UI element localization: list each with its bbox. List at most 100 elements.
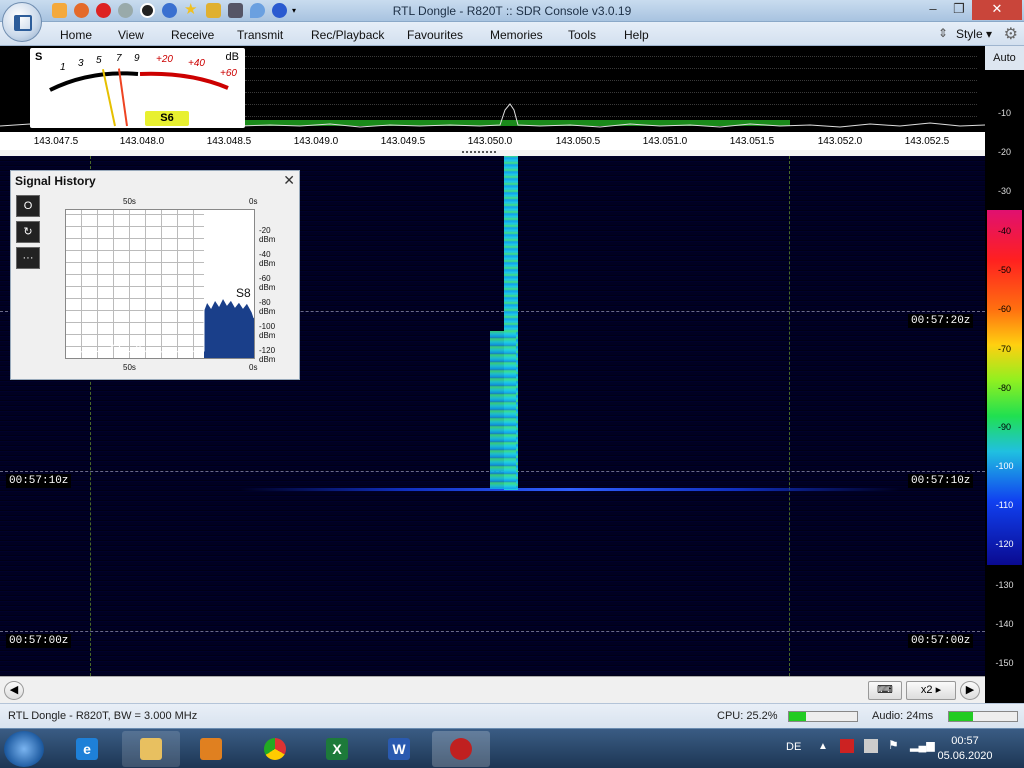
signal-burst-line <box>240 488 900 491</box>
s-tick: 7 <box>116 53 122 64</box>
menu-receive[interactable]: Receive <box>171 28 214 42</box>
audio-meter-fill <box>949 712 973 721</box>
dbm-label: -60 dBm <box>259 274 276 292</box>
ribbon-menu: Home View Receive Transmit Rec/Playback … <box>0 22 1024 46</box>
scale-label: -20 <box>997 147 1011 157</box>
scale-label: -40 <box>997 226 1011 236</box>
freq-tick: 143.052.5 <box>904 136 950 147</box>
history-time-label: 0s <box>249 197 258 206</box>
flag-icon[interactable]: ⚑ <box>888 738 899 752</box>
tray-expand-icon[interactable]: ▲ <box>818 741 828 752</box>
freq-tick: 143.049.5 <box>380 136 426 147</box>
scale-label: -100 <box>995 461 1014 471</box>
chrome-icon[interactable] <box>246 731 304 767</box>
language-indicator[interactable]: DE <box>786 741 801 753</box>
scale-label: -90 <box>997 422 1011 432</box>
history-time-label: 50s <box>123 197 136 206</box>
ie-icon[interactable]: e <box>58 731 116 767</box>
start-button[interactable] <box>4 731 44 767</box>
history-options-button[interactable]: ··· <box>16 247 40 269</box>
menu-tools[interactable]: Tools <box>568 28 596 42</box>
history-s-reading: S8 <box>236 286 251 300</box>
device-icon[interactable] <box>864 739 878 753</box>
minimize-button[interactable]: – <box>920 0 946 20</box>
application-menu-button[interactable] <box>2 2 42 42</box>
cpu-meter <box>788 711 858 722</box>
sdr-console-icon[interactable] <box>432 731 490 767</box>
rewind-button[interactable]: ◀ <box>4 681 24 700</box>
s-tick: 1 <box>60 62 66 73</box>
zoom-selector[interactable]: x2 ▸ <box>906 681 956 700</box>
device-status: RTL Dongle - R820T, BW = 3.000 MHz <box>8 710 198 722</box>
scale-label: -70 <box>997 344 1011 354</box>
updown-icon[interactable]: ⇕ <box>938 26 948 40</box>
s-tick: 9 <box>134 53 140 64</box>
gear-icon[interactable]: ⚙ <box>1004 24 1018 44</box>
menu-home[interactable]: Home <box>60 28 92 42</box>
waterfall-controls: ◀ ⌨ x2 ▸ ▶ <box>0 676 985 703</box>
scale-label: -30 <box>997 186 1011 196</box>
dbm-label: -100 dBm <box>259 322 276 340</box>
audio-meter <box>948 711 1018 722</box>
media-player-icon[interactable] <box>182 731 240 767</box>
freq-tick: 143.052.0 <box>817 136 863 147</box>
auto-button[interactable]: Auto <box>985 46 1024 70</box>
time-label: 00:57:10z <box>6 474 72 488</box>
color-scale-band[interactable]: -40 -50 -60 -70 -80 -90 -100 -110 -120 <box>987 210 1022 565</box>
keyboard-button[interactable]: ⌨ <box>868 681 902 700</box>
cpu-meter-fill <box>789 712 806 721</box>
dbm-label: -40 dBm <box>259 250 276 268</box>
clock[interactable]: 00:57 05.06.2020 <box>930 734 1000 764</box>
bandwidth-marker-right <box>789 156 790 676</box>
s-tick: 5 <box>96 55 102 66</box>
menu-memories[interactable]: Memories <box>490 28 543 42</box>
scale-label: -50 <box>997 265 1011 275</box>
signal-history-plot: -20 dBm -40 dBm -60 dBm -80 dBm -100 dBm… <box>65 209 275 364</box>
status-bar: RTL Dongle - R820T, BW = 3.000 MHz CPU: … <box>0 703 1024 728</box>
spectrum-display[interactable]: S dB 1 3 5 7 9 +20 +40 +60 S6 <box>0 46 985 146</box>
ie-letter: e <box>76 738 98 760</box>
app-menu-icon <box>14 15 32 31</box>
db-tick: +20 <box>156 54 173 65</box>
signal-history-close-button[interactable]: ✕ <box>283 172 295 189</box>
title-bar: ★ ▾ RTL Dongle - R820T :: SDR Console v3… <box>0 0 1024 22</box>
menu-view[interactable]: View <box>118 28 144 42</box>
explorer-icon[interactable] <box>122 731 180 767</box>
zoom-label: x2 <box>920 684 933 696</box>
frequency-axis[interactable]: 143.047.5 143.048.0 143.048.5 143.049.0 … <box>0 132 985 150</box>
antivirus-icon[interactable] <box>840 739 854 753</box>
history-time-label: 0s <box>249 363 258 372</box>
dbm-label: -20 dBm <box>259 226 276 244</box>
time-label: 00:57:00z <box>6 634 72 648</box>
grip-icon <box>462 151 496 153</box>
clock-time: 00:57 <box>951 735 979 747</box>
cpu-status: CPU: 25.2% <box>717 710 778 722</box>
dbm-label: -120 dBm <box>259 346 276 364</box>
scale-label: -130 <box>995 580 1014 590</box>
menu-rec-playback[interactable]: Rec/Playback <box>311 28 384 42</box>
level-scale[interactable]: Auto -10 -20 -30 -40 -50 -60 -70 -80 -90… <box>985 46 1024 702</box>
word-letter: W <box>388 738 410 760</box>
menu-favourites[interactable]: Favourites <box>407 28 463 42</box>
forward-icon: ▶ <box>965 684 975 696</box>
scale-label: -150 <box>995 658 1014 668</box>
s-tick: 3 <box>78 58 84 69</box>
freq-tick: 143.047.5 <box>33 136 79 147</box>
maximize-button[interactable]: ❐ <box>946 0 972 20</box>
time-label: 00:57:00z <box>908 634 974 648</box>
dbm-label: -80 dBm <box>259 298 276 316</box>
history-reset-button[interactable]: ↻ <box>16 221 40 243</box>
fast-forward-button[interactable]: ▶ <box>960 681 980 700</box>
close-button[interactable]: ✕ <box>972 0 1022 20</box>
style-menu[interactable]: Style ▾ <box>956 27 992 41</box>
time-label: 00:57:10z <box>908 474 974 488</box>
taskbar: e X W DE ▲ ⚑ ▂▄▆ 00:57 05.06.2020 <box>0 728 1024 768</box>
signal-history-window[interactable]: Signal History ✕ O ↻ ··· 50s 0s 50s 0s -… <box>10 170 300 380</box>
word-icon[interactable]: W <box>370 731 428 767</box>
scale-label: -80 <box>997 383 1011 393</box>
menu-help[interactable]: Help <box>624 28 649 42</box>
history-record-button[interactable]: O <box>16 195 40 217</box>
freq-tick: 143.049.0 <box>293 136 339 147</box>
excel-icon[interactable]: X <box>308 731 366 767</box>
menu-transmit[interactable]: Transmit <box>237 28 283 42</box>
